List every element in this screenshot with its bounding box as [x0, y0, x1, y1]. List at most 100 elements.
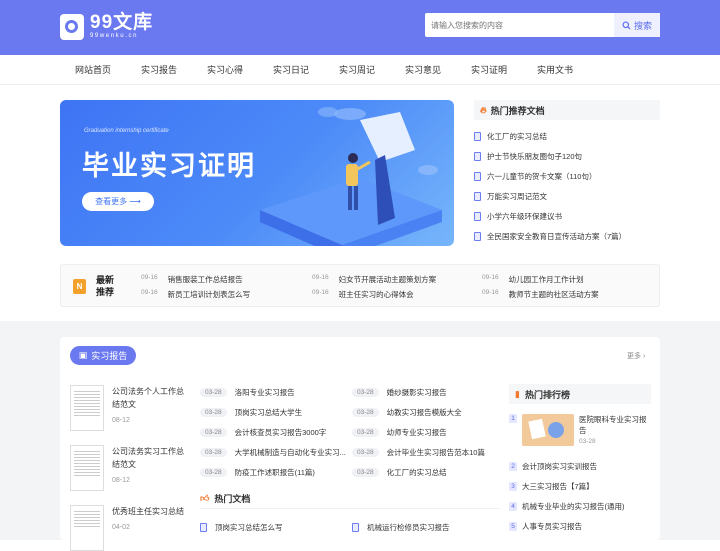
recent-title: 教师节主题的社区活动方案: [508, 290, 599, 299]
recent-item[interactable]: 09-16 幼儿园工作月工作计划: [482, 274, 584, 285]
ranking-item[interactable]: 5 人事专员实习报告: [509, 521, 582, 532]
report-list-item[interactable]: 03-28 洛阳专业实习报告: [200, 387, 295, 398]
report-list-item[interactable]: 03-28 会计核查员实习报告3000字: [200, 427, 326, 438]
hot-doc-item[interactable]: 护士节快乐朋友圈句子120句: [474, 146, 660, 166]
list-date: 03-28: [352, 428, 379, 437]
list-title: 洛阳专业实习报告: [234, 388, 295, 397]
document-icon: [474, 171, 481, 181]
latest-recommend-label: 最新 推荐: [96, 275, 115, 297]
document-icon: [474, 211, 481, 221]
list-title: 防疫工作述职报告(11篇): [234, 468, 315, 477]
ranking-item[interactable]: 2 会计顶岗实习实训报告: [509, 461, 597, 472]
rank-title: 人事专员实习报告: [522, 522, 582, 531]
report-list-item[interactable]: 03-28 大学机械制造与自动化专业实习...: [200, 447, 346, 458]
recent-item[interactable]: 09-16 销售服装工作总结报告: [141, 274, 243, 285]
doc-card[interactable]: 公司法务个人工作总结范文 08-12: [70, 385, 186, 431]
report-list-item[interactable]: 03-28 顶岗实习总结大学生: [200, 407, 302, 418]
nav-item-internship-diary[interactable]: 实习日记: [273, 55, 309, 85]
doc-card[interactable]: 优秀班主任实习总结 04-02: [70, 505, 186, 551]
nav-item-internship-opinion[interactable]: 实习意见: [405, 55, 441, 85]
search-bar: 搜索: [425, 13, 660, 37]
doc-card-date: 08-12: [112, 477, 130, 484]
recent-title: 妇女节开展活动主题策划方案: [338, 275, 437, 284]
ranking-item-top[interactable]: 1 医院眼科专业实习报告 03-28: [509, 414, 651, 446]
document-icon: [200, 523, 207, 532]
rank-thumbnail: [522, 414, 574, 446]
hot-doc-title: 全民国家安全教育日宣传活动方案（7篇）: [487, 231, 627, 241]
hot-doc-title: 护士节快乐朋友圈句子120句: [487, 151, 583, 161]
hot-doc-title: 化工厂的实习总结: [487, 131, 547, 141]
main-nav: 网站首页 实习报告 实习心得 实习日记 实习周记 实习意见 实习证明 实用文书: [0, 55, 720, 85]
recent-item[interactable]: 09-16 妇女节开展活动主题策划方案: [312, 274, 436, 285]
section-title-pill: ▣ 实习报告: [70, 346, 136, 365]
report-list-item[interactable]: 03-28 会计毕业生实习报告范本10篇: [352, 447, 485, 458]
list-date: 03-28: [352, 408, 379, 417]
ranking-title: 热门排行榜: [524, 389, 570, 400]
report-list-item[interactable]: 03-28 化工厂的实习总结: [352, 467, 447, 478]
doc-card-title: 优秀班主任实习总结: [112, 507, 184, 516]
rank-top-title: 医院眼科专业实习报告: [579, 415, 647, 435]
rank-top-date: 03-28: [579, 438, 596, 445]
logo-sub-text: 99wenku.cn: [90, 33, 139, 39]
rank-title: 大三实习报告【7篇】: [522, 482, 594, 491]
site-logo[interactable]: 99文库 99wenku.cn: [60, 13, 153, 40]
rank-title: 机械专业毕业的实习报告(通用): [522, 502, 625, 511]
thumbs-up-icon: 👍︎: [200, 493, 210, 503]
recent-item[interactable]: 09-16 教师节主题的社区活动方案: [482, 289, 599, 300]
nav-item-practical-docs[interactable]: 实用文书: [537, 55, 573, 85]
recent-item[interactable]: 09-16 新员工培训计划表怎么写: [141, 289, 250, 300]
hot-doc-item[interactable]: 全民国家安全教育日宣传活动方案（7篇）: [474, 226, 660, 246]
nav-item-internship-experience[interactable]: 实习心得: [207, 55, 243, 85]
recent-date: 09-16: [482, 289, 499, 296]
report-list-item[interactable]: 03-28 婚纱摄影实习报告: [352, 387, 447, 398]
report-list-item[interactable]: 03-28 幼教实习报告模版大全: [352, 407, 462, 418]
more-link[interactable]: 更多 ›: [627, 351, 645, 361]
recent-item[interactable]: 09-16 班主任实习的心得体会: [312, 289, 414, 300]
hot-sub-item[interactable]: 顶岗实习总结怎么写: [200, 522, 283, 533]
recent-title: 新员工培训计划表怎么写: [167, 290, 251, 299]
list-date: 03-28: [352, 468, 379, 477]
ranking-item[interactable]: 3 大三实习报告【7篇】: [509, 481, 594, 492]
hot-doc-item[interactable]: 小学六年级环保建议书: [474, 206, 660, 226]
nav-item-internship-weekly[interactable]: 实习周记: [339, 55, 375, 85]
hot-docs-subtitle: 热门文档: [214, 494, 251, 504]
new-badge-icon: N: [73, 279, 86, 294]
logo-badge-icon: [60, 13, 84, 40]
section-title: 实习报告: [91, 351, 128, 361]
list-title: 婚纱摄影实习报告: [386, 388, 447, 397]
list-date: 03-28: [352, 448, 379, 457]
hot-docs-panel: 🔥︎ 热门推荐文档 化工厂的实习总结 护士节快乐朋友圈句子120句 六一儿童节的贺…: [474, 100, 660, 246]
hot-sub-title: 顶岗实习总结怎么写: [215, 523, 283, 532]
banner-more-button[interactable]: 查看更多 ⟶: [82, 192, 154, 211]
search-button-label: 搜索: [633, 20, 652, 31]
nav-item-home[interactable]: 网站首页: [75, 55, 111, 85]
ranking-item[interactable]: 4 机械专业毕业的实习报告(通用): [509, 501, 625, 512]
list-date: 03-28: [200, 448, 227, 457]
recent-title: 销售服装工作总结报告: [167, 275, 243, 284]
document-icon: [474, 191, 481, 201]
list-title: 会计毕业生实习报告范本10篇: [386, 448, 485, 457]
report-list-item[interactable]: 03-28 幼师专业实习报告: [352, 427, 447, 438]
hot-doc-item[interactable]: 化工厂的实习总结: [474, 126, 660, 146]
list-date: 03-28: [200, 388, 227, 397]
hot-doc-item[interactable]: 六一儿童节的贺卡文案（110句）: [474, 166, 660, 186]
latest-recommend-bar: N 最新 推荐: [60, 264, 660, 307]
search-button[interactable]: 搜索: [614, 13, 660, 37]
report-list-item[interactable]: 03-28 防疫工作述职报告(11篇): [200, 467, 315, 478]
ranking-panel: ▮ 热门排行榜 1 医院眼科专业实习报告 03-28 2 会计顶岗实习实训报告 3 大三…: [509, 384, 651, 531]
banner-title: 毕业实习证明: [82, 151, 256, 181]
document-icon: [474, 151, 481, 161]
nav-item-internship-certificate[interactable]: 实习证明: [471, 55, 507, 85]
rank-number: 4: [509, 502, 517, 511]
report-icon: ▣: [78, 350, 88, 360]
hot-sub-item[interactable]: 机械运行检修员实习报告: [352, 522, 450, 533]
hot-doc-title: 万能实习周记范文: [487, 191, 547, 201]
hot-doc-item[interactable]: 万能实习周记范文: [474, 186, 660, 206]
promo-banner[interactable]: Graduation internship certificate 毕业实习证明…: [60, 100, 454, 246]
nav-item-internship-report[interactable]: 实习报告: [141, 55, 177, 85]
banner-more-label: 查看更多: [95, 197, 128, 206]
doc-card[interactable]: 公司法务实习工作总结范文 08-12: [70, 445, 186, 491]
search-input[interactable]: [425, 13, 614, 37]
ranking-header: ▮ 热门排行榜: [509, 384, 651, 404]
banner-subtitle: Graduation internship certificate: [84, 128, 169, 134]
